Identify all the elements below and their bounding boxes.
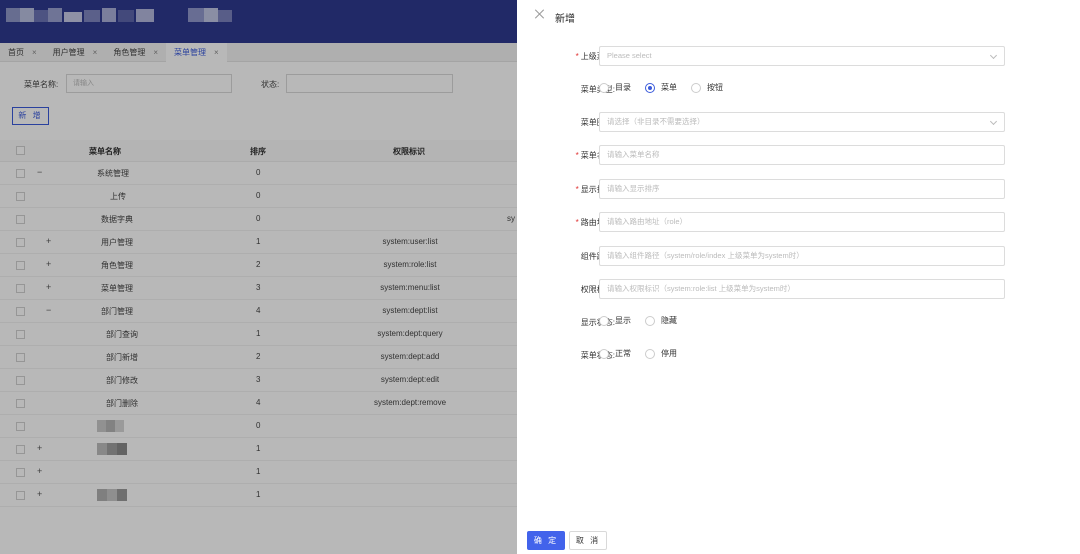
- menu-status-radio-group: 正常 停用: [599, 348, 691, 359]
- required-mark: *: [575, 218, 579, 227]
- chevron-down-icon: [989, 117, 998, 126]
- menu-management-page: 首页 × 用户管理 × 角色管理 × 菜单管理 × 菜单名称: 请输入 状态: 新 增 …: [0, 0, 517, 554]
- required-mark: *: [575, 52, 579, 61]
- menu-status-row: 菜单状态: 正常 停用: [517, 345, 1080, 365]
- radio-circle-icon: [599, 348, 609, 359]
- radio-circle-icon: [645, 348, 655, 359]
- menu-name-input[interactable]: 请输入菜单名称: [599, 145, 1005, 165]
- status-disabled-radio[interactable]: 停用: [645, 348, 677, 359]
- route-row: * 路由地址: 请输入路由地址（role）: [517, 212, 1080, 232]
- radio-selected-icon: [645, 82, 655, 93]
- status-normal-radio[interactable]: 正常: [599, 348, 631, 359]
- radio-label: 显示: [615, 316, 631, 325]
- parent-menu-select[interactable]: Please select: [599, 46, 1005, 66]
- visible-show-radio[interactable]: 显示: [599, 315, 631, 326]
- required-mark: *: [575, 185, 579, 194]
- radio-circle-icon: [599, 82, 609, 93]
- parent-menu-row: * 上级菜单: Please select: [517, 46, 1080, 66]
- display-order-row: * 显示排序: 请输入显示排序: [517, 179, 1080, 199]
- drawer-footer: 确 定 取 消: [517, 527, 1080, 554]
- radio-label: 目录: [615, 83, 631, 92]
- close-icon[interactable]: [535, 9, 545, 19]
- menu-type-menu-radio[interactable]: 菜单: [645, 82, 677, 93]
- radio-circle-icon: [691, 82, 701, 93]
- display-order-input[interactable]: 请输入显示排序: [599, 179, 1005, 199]
- visible-hide-radio[interactable]: 隐藏: [645, 315, 677, 326]
- radio-label: 按钮: [707, 83, 723, 92]
- radio-circle-icon: [645, 315, 655, 326]
- radio-label: 隐藏: [661, 316, 677, 325]
- menu-icon-select[interactable]: 请选择（非目录不需要选择）: [599, 112, 1005, 132]
- radio-label: 菜单: [661, 83, 677, 92]
- permission-row: 权限标识: 请输入权限标识（system:role:list 上级菜单为syst…: [517, 279, 1080, 299]
- visible-status-row: 显示状态: 显示 隐藏: [517, 312, 1080, 332]
- select-placeholder: 请选择（非目录不需要选择）: [607, 117, 705, 126]
- select-placeholder: Please select: [607, 51, 652, 60]
- menu-type-row: 菜单类型: 目录 菜单 按钮: [517, 79, 1080, 99]
- add-menu-drawer: 新增 * 上级菜单: Please select 菜单类型: 目录 菜单 按钮 菜…: [517, 0, 1080, 554]
- radio-circle-icon: [599, 315, 609, 326]
- chevron-down-icon: [989, 51, 998, 60]
- radio-label: 停用: [661, 349, 677, 358]
- cancel-button[interactable]: 取 消: [569, 531, 607, 550]
- drawer-title: 新增: [555, 14, 575, 25]
- component-path-input[interactable]: 请输入组件路径（system/role/index 上级菜单为system时）: [599, 246, 1005, 266]
- radio-label: 正常: [615, 349, 631, 358]
- menu-type-button-radio[interactable]: 按钮: [691, 82, 723, 93]
- menu-icon-row: 菜单图标: 请选择（非目录不需要选择）: [517, 112, 1080, 132]
- modal-overlay[interactable]: [0, 0, 517, 554]
- menu-name-row: * 菜单名称: 请输入菜单名称: [517, 145, 1080, 165]
- component-path-row: 组件路径: 请输入组件路径（system/role/index 上级菜单为sys…: [517, 246, 1080, 266]
- drawer-header: 新增: [517, 0, 1080, 32]
- confirm-button[interactable]: 确 定: [527, 531, 565, 550]
- required-mark: *: [575, 151, 579, 160]
- menu-type-directory-radio[interactable]: 目录: [599, 82, 631, 93]
- permission-input[interactable]: 请输入权限标识（system:role:list 上级菜单为system时）: [599, 279, 1005, 299]
- menu-type-radio-group: 目录 菜单 按钮: [599, 82, 737, 93]
- route-input[interactable]: 请输入路由地址（role）: [599, 212, 1005, 232]
- visible-status-radio-group: 显示 隐藏: [599, 315, 691, 326]
